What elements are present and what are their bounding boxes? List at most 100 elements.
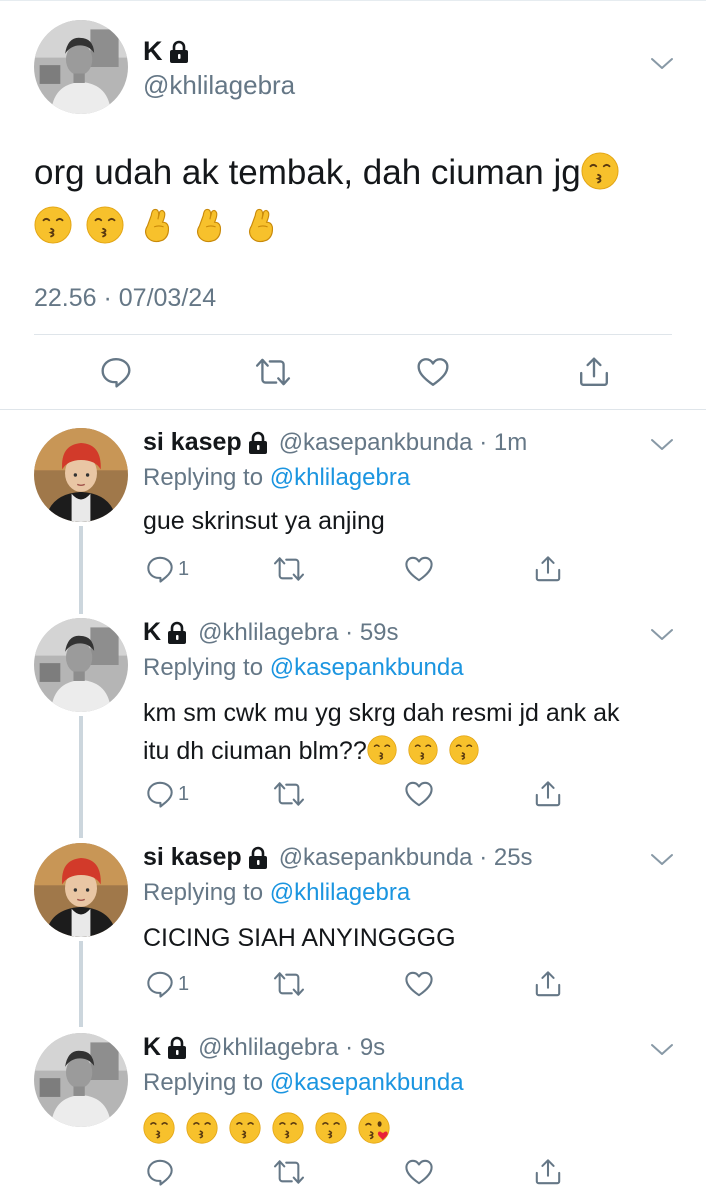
kissing-face-emoji xyxy=(272,1112,304,1144)
reply-icon[interactable] xyxy=(100,356,132,388)
replying-to-handle[interactable]: @kasepankbunda xyxy=(270,1069,464,1096)
chevron-down-icon[interactable] xyxy=(650,853,674,867)
author-row: si kasep @kasepankbunda · 1m xyxy=(143,428,527,457)
kissing-face-emoji xyxy=(86,206,124,244)
reply-actions: 1 xyxy=(0,970,706,1000)
author-handle[interactable]: @khlilagebra xyxy=(143,70,295,101)
reply-icon xyxy=(146,780,174,808)
avatar[interactable] xyxy=(34,843,128,937)
reply-tweet: K @khlilagebra · 59s Replying to @kasepa… xyxy=(0,618,706,838)
author-name[interactable]: K xyxy=(143,1033,161,1062)
author-name[interactable]: K xyxy=(143,618,161,647)
chevron-down-icon[interactable] xyxy=(650,628,674,642)
reply-icon[interactable] xyxy=(146,1158,174,1186)
author-handle-time[interactable]: @kasepankbunda · 25s xyxy=(279,844,533,872)
reply-icon xyxy=(146,970,174,998)
kissing-face-emoji xyxy=(408,735,438,765)
kissing-face-emoji xyxy=(186,1112,218,1144)
crossed-fingers-emoji xyxy=(137,206,175,244)
reply-tweet: K @khlilagebra · 9s Replying to @kasepan… xyxy=(0,1033,706,1200)
author-row: K xyxy=(143,36,190,67)
retweet-icon[interactable] xyxy=(273,780,305,808)
replying-to: Replying to @khlilagebra xyxy=(143,879,410,907)
kissing-face-emoji xyxy=(34,206,72,244)
author-handle-time[interactable]: @khlilagebra · 9s xyxy=(198,1034,385,1062)
replying-to: Replying to @kasepankbunda xyxy=(143,654,464,682)
heart-icon[interactable] xyxy=(404,970,434,998)
chevron-down-icon[interactable] xyxy=(650,57,674,71)
author-row: K @khlilagebra · 59s xyxy=(143,618,399,647)
replying-to-handle[interactable]: @kasepankbunda xyxy=(270,654,464,681)
author-handle-time[interactable]: @khlilagebra · 59s xyxy=(198,619,398,647)
kissing-face-emoji xyxy=(143,1112,175,1144)
avatar[interactable] xyxy=(34,618,128,712)
kissing-face-emoji xyxy=(581,152,619,190)
tweet-text-content: org udah ak tembak, dah ciuman jg xyxy=(34,153,581,192)
author-name[interactable]: K xyxy=(143,36,163,67)
reply-count: 1 xyxy=(178,782,190,805)
avatar-image xyxy=(34,618,128,712)
kissing-face-emoji xyxy=(367,735,397,765)
divider xyxy=(0,409,706,410)
heart-icon[interactable] xyxy=(404,1158,434,1186)
share-icon[interactable] xyxy=(534,970,562,998)
avatar-image xyxy=(34,1033,128,1127)
author-name[interactable]: si kasep xyxy=(143,843,242,872)
reply-tweet: si kasep @kasepankbunda · 25s Replying t… xyxy=(0,843,706,1023)
divider xyxy=(34,334,672,335)
reply-actions xyxy=(0,1158,706,1188)
avatar[interactable] xyxy=(34,428,128,522)
lock-icon xyxy=(168,40,190,64)
heart-icon[interactable] xyxy=(416,356,450,388)
heart-icon[interactable] xyxy=(404,555,434,583)
replying-to-label: Replying to xyxy=(143,464,264,491)
reply-button[interactable]: 1 xyxy=(146,780,189,808)
retweet-icon[interactable] xyxy=(273,555,305,583)
share-icon[interactable] xyxy=(534,555,562,583)
retweet-icon[interactable] xyxy=(273,1158,305,1186)
tweet-actions xyxy=(0,356,706,392)
author-row: K @khlilagebra · 9s xyxy=(143,1033,385,1062)
reply-count: 1 xyxy=(178,557,190,580)
lock-icon xyxy=(166,1036,188,1060)
reply-text: gue skrinsut ya anjing xyxy=(143,507,385,535)
lock-icon xyxy=(247,431,269,455)
author-handle-time[interactable]: @kasepankbunda · 1m xyxy=(279,429,528,457)
reply-text-line: km sm cwk mu yg skrg dah resmi jd ank ak xyxy=(143,699,620,727)
avatar[interactable] xyxy=(34,20,128,114)
replying-to-label: Replying to xyxy=(143,654,264,681)
reply-text xyxy=(143,1111,683,1149)
replying-to-handle[interactable]: @khlilagebra xyxy=(270,879,410,906)
avatar[interactable] xyxy=(34,1033,128,1127)
reply-button[interactable]: 1 xyxy=(146,555,189,583)
reply-text: CICING SIAH ANYINGGGG xyxy=(143,924,456,952)
reply-tweet: si kasep @kasepankbunda · 1m Replying to… xyxy=(0,428,706,608)
replying-to: Replying to @khlilagebra xyxy=(143,464,410,492)
avatar-image xyxy=(34,20,128,114)
kissing-face-emoji xyxy=(315,1112,347,1144)
share-icon[interactable] xyxy=(534,1158,562,1186)
avatar-image xyxy=(34,428,128,522)
retweet-icon[interactable] xyxy=(255,356,291,388)
chevron-down-icon[interactable] xyxy=(650,1043,674,1057)
heart-icon[interactable] xyxy=(404,780,434,808)
tweet-timestamp[interactable]: 22.56 · 07/03/24 xyxy=(34,284,216,313)
reply-icon xyxy=(146,555,174,583)
avatar-image xyxy=(34,843,128,937)
author-row: si kasep @kasepankbunda · 25s xyxy=(143,843,533,872)
tweet-text: org udah ak tembak, dah ciuman jg xyxy=(34,146,674,254)
share-icon[interactable] xyxy=(578,356,610,388)
share-icon[interactable] xyxy=(534,780,562,808)
reply-button[interactable]: 1 xyxy=(146,970,189,998)
replying-to-label: Replying to xyxy=(143,879,264,906)
chevron-down-icon[interactable] xyxy=(650,438,674,452)
reply-actions: 1 xyxy=(0,780,706,810)
lock-icon xyxy=(166,621,188,645)
reply-count: 1 xyxy=(178,972,190,995)
kissing-face-emoji xyxy=(229,1112,261,1144)
author-name[interactable]: si kasep xyxy=(143,428,242,457)
crossed-fingers-emoji xyxy=(241,206,279,244)
crossed-fingers-emoji xyxy=(189,206,227,244)
replying-to-handle[interactable]: @khlilagebra xyxy=(270,464,410,491)
retweet-icon[interactable] xyxy=(273,970,305,998)
